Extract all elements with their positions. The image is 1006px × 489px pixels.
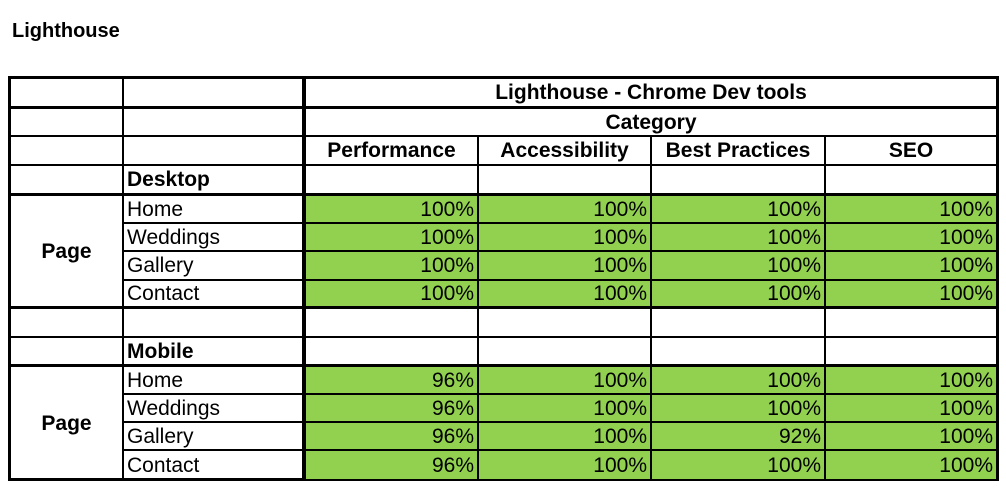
score-value: 96% [431, 453, 474, 477]
score-value: 100% [767, 396, 821, 420]
score-value: 100% [767, 197, 821, 221]
score-value: 100% [939, 453, 993, 477]
page-title: Lighthouse [12, 20, 120, 42]
score-value: 100% [939, 225, 993, 249]
row-label-home: Home [127, 197, 184, 221]
row-label-home: Home [127, 368, 184, 392]
column-header-seo: SEO [888, 139, 934, 162]
section-group-label: Page [41, 411, 92, 435]
score-value: 100% [420, 225, 474, 249]
column-header-best-practices: Best Practices [665, 139, 811, 162]
lighthouse-table: Lighthouse - Chrome Dev tools Category Per… [8, 76, 999, 481]
score-value: 100% [593, 424, 647, 448]
row-label-gallery: Gallery [127, 254, 194, 277]
score-value: 96% [431, 396, 474, 420]
score-value: 100% [767, 225, 821, 249]
row-label-contact: Contact [127, 453, 200, 477]
column-header-performance: Performance [327, 139, 456, 162]
score-value: 92% [778, 424, 821, 448]
column-header-accessibility: Accessibility [500, 139, 629, 162]
row-label-weddings: Weddings [127, 225, 221, 249]
score-value: 100% [593, 396, 647, 420]
section-group-label: Page [41, 239, 92, 263]
score-value: 100% [593, 225, 647, 249]
table-subtitle: Category [605, 110, 697, 134]
score-value: 100% [939, 396, 993, 420]
score-value: 100% [939, 282, 993, 305]
score-value: 100% [593, 282, 647, 305]
section-header-desktop: Desktop [127, 168, 210, 191]
score-value: 100% [767, 282, 821, 305]
score-value: 100% [767, 453, 821, 477]
score-value: 100% [593, 197, 647, 221]
score-value: 100% [767, 254, 821, 277]
row-label-contact: Contact [127, 282, 200, 305]
score-value: 100% [593, 368, 647, 392]
score-value: 96% [431, 424, 474, 448]
score-value: 100% [420, 197, 474, 221]
score-value: 100% [939, 254, 993, 277]
score-value: 100% [767, 368, 821, 392]
score-value: 100% [420, 282, 474, 305]
row-label-weddings: Weddings [127, 396, 221, 420]
row-label-gallery: Gallery [127, 424, 194, 448]
score-value: 100% [420, 254, 474, 277]
table-row-divider [11, 306, 996, 309]
score-value: 100% [939, 424, 993, 448]
table-title: Lighthouse - Chrome Dev tools [495, 81, 807, 104]
section-header-mobile: Mobile [127, 339, 194, 363]
score-value: 100% [939, 368, 993, 392]
score-value: 100% [593, 254, 647, 277]
score-value: 96% [431, 368, 474, 392]
score-value: 100% [593, 453, 647, 477]
score-value: 100% [939, 197, 993, 221]
